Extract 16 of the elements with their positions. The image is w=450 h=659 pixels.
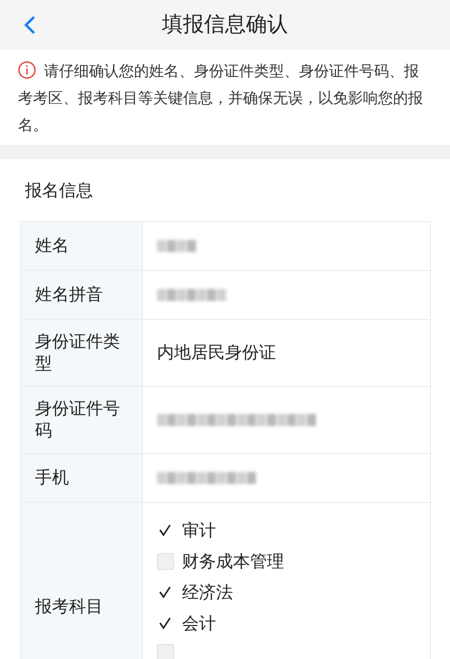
row-label: 姓名 — [21, 222, 143, 270]
subject-name: 经济法 — [182, 582, 233, 604]
row-label: 姓名拼音 — [21, 270, 143, 318]
subject-name: 会计 — [182, 612, 216, 634]
subject-name: 财务成本管理 — [182, 550, 284, 572]
row-label: 身份证件号码 — [21, 386, 143, 452]
info-icon — [18, 61, 36, 79]
subject-name: 审计 — [182, 520, 216, 542]
section-title: 报名信息 — [24, 180, 94, 203]
page-title: 填报信息确认 — [162, 11, 288, 38]
row-label: 身份证件类型 — [21, 320, 143, 386]
back-icon — [24, 15, 36, 35]
row-value: 内地居民身份证 — [157, 342, 276, 364]
row-label: 手机 — [21, 454, 143, 502]
row-label: 报考科目 — [21, 502, 143, 659]
notice-text: 请仔细确认您的姓名、身份证件类型、身份证件号码、报考考区、报考科目等关键信息，并确保无误，以免影响您的报名。 — [18, 60, 424, 136]
